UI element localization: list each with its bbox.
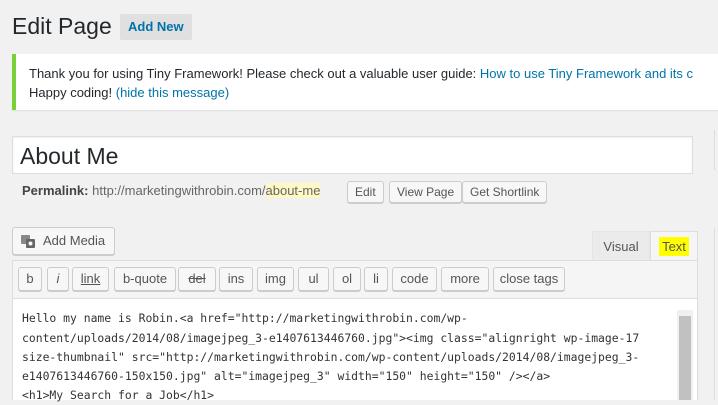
qt-li-button[interactable]: li bbox=[364, 267, 388, 291]
hide-message-link[interactable]: (hide this message) bbox=[116, 85, 229, 100]
permalink-base: http://marketingwithrobin.com/ bbox=[92, 183, 266, 198]
qt-ins-button[interactable]: ins bbox=[219, 267, 253, 291]
notice-line-1: Thank you for using Tiny Framework! Plea… bbox=[29, 66, 693, 81]
tab-text-label: Text bbox=[659, 237, 689, 256]
qt-ul-button[interactable]: ul bbox=[298, 267, 329, 291]
sidebar-edge-lower bbox=[714, 228, 718, 400]
admin-notice: Thank you for using Tiny Framework! Plea… bbox=[12, 54, 718, 110]
qt-italic-button[interactable]: i bbox=[47, 267, 69, 291]
add-media-label: Add Media bbox=[43, 233, 106, 248]
notice-line-2: Happy coding! (hide this message) bbox=[29, 85, 229, 100]
notice-happy-text: Happy coding! bbox=[29, 85, 116, 100]
page-title: Edit Page bbox=[12, 13, 112, 39]
get-shortlink-button[interactable]: Get Shortlink bbox=[462, 181, 548, 203]
qt-more-button[interactable]: more bbox=[441, 267, 489, 291]
content-line: e1407613446760-150x150.jpg" alt="imagejp… bbox=[22, 369, 551, 383]
add-media-button[interactable]: Add Media bbox=[12, 227, 115, 255]
qt-img-button[interactable]: img bbox=[257, 267, 294, 291]
sidebar-edge bbox=[714, 130, 718, 170]
content-line: content/uploads/2014/08/imagejpeg_3-e140… bbox=[22, 331, 640, 345]
qt-bold-button[interactable]: b bbox=[18, 267, 42, 291]
content-line: Hello my name is Robin.<a href="http://m… bbox=[22, 311, 468, 325]
content-line: <h1>My Search for a Job</h1> bbox=[22, 388, 215, 402]
guide-link[interactable]: How to use Tiny Framework and its c bbox=[480, 66, 693, 81]
permalink-edit-button[interactable]: Edit bbox=[347, 181, 384, 203]
qt-ol-button[interactable]: ol bbox=[333, 267, 361, 291]
notice-text: Thank you for using Tiny Framework! Plea… bbox=[29, 66, 480, 81]
permalink-slug[interactable]: about-me bbox=[265, 183, 321, 198]
content-line: size-thumbnail" src="http://marketingwit… bbox=[22, 350, 640, 364]
editor-scrollbar-thumb[interactable] bbox=[679, 316, 691, 400]
permalink-label: Permalink: bbox=[22, 183, 89, 198]
add-new-button[interactable]: Add New bbox=[120, 14, 192, 40]
qt-close-tags-button[interactable]: close tags bbox=[493, 267, 565, 291]
tab-visual[interactable]: Visual bbox=[592, 231, 650, 261]
qt-code-button[interactable]: code bbox=[392, 267, 437, 291]
qt-bquote-button[interactable]: b-quote bbox=[114, 267, 176, 291]
permalink: Permalink: http://marketingwithrobin.com… bbox=[22, 183, 321, 198]
view-page-button[interactable]: View Page bbox=[389, 181, 463, 203]
qt-link-button[interactable]: link bbox=[72, 267, 109, 291]
post-title-input[interactable]: About Me bbox=[12, 136, 693, 174]
qt-del-button[interactable]: del bbox=[178, 267, 216, 291]
media-icon bbox=[21, 235, 35, 248]
tab-text[interactable]: Text bbox=[650, 231, 698, 261]
